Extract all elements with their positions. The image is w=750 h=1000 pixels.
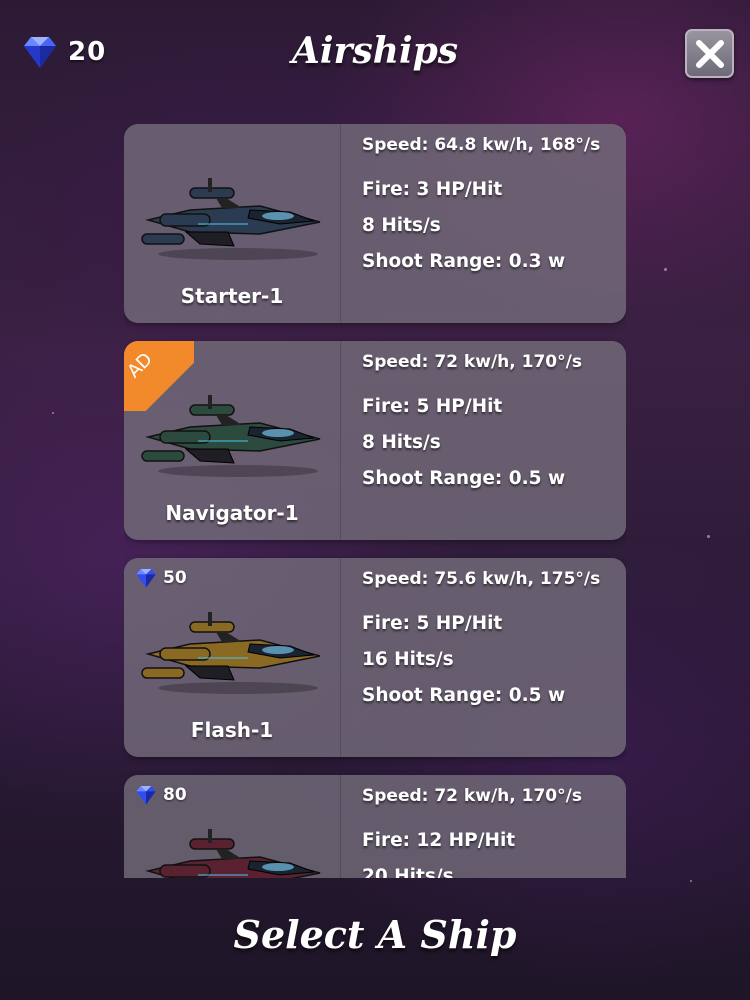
background-star [664, 268, 667, 271]
stat-hits: 8 Hits/s [362, 215, 441, 236]
card-divider [340, 124, 341, 323]
stat-hits: 8 Hits/s [362, 432, 441, 453]
price-value: 50 [163, 568, 187, 588]
ship-image-area[interactable]: 80 [124, 775, 340, 878]
price-value: 80 [163, 785, 187, 805]
stat-speed: Speed: 75.6 kw/h, 175°/s [362, 569, 601, 589]
ship-image-area[interactable]: 50 Flash-1 [124, 558, 340, 757]
ship-card[interactable]: 50 Flash-1 Speed: 75.6 kw/h, 175°/s Fire: 5… [124, 558, 626, 757]
close-button[interactable] [685, 29, 734, 78]
ship-image-area[interactable]: AD Navigator-1 [124, 341, 340, 540]
ship-image-icon [145, 829, 321, 878]
page-title: Airships [291, 30, 459, 72]
ship-image-icon [141, 612, 321, 694]
stat-range: Shoot Range: 0.5 w [362, 468, 566, 489]
ship-card[interactable]: Starter-1 Speed: 64.8 kw/h, 168°/s Fire: 3… [124, 124, 626, 323]
close-x-icon [695, 39, 724, 68]
stat-range: Shoot Range: 0.5 w [362, 685, 566, 706]
stat-speed: Speed: 64.8 kw/h, 168°/s [362, 135, 601, 155]
card-divider [340, 558, 341, 757]
ship-stats: Speed: 72 kw/h, 170°/s Fire: 5 HP/Hit 8 Hi… [362, 349, 622, 497]
card-divider [340, 341, 341, 540]
ship-name: Navigator-1 [165, 501, 299, 525]
stat-speed: Speed: 72 kw/h, 170°/s [362, 786, 582, 806]
stat-range: Shoot Range: 0.3 w [362, 251, 566, 272]
background-star [52, 412, 54, 414]
ad-badge: AD [124, 341, 194, 411]
select-ship-title: Select A Ship [233, 912, 517, 957]
ship-stats: Speed: 64.8 kw/h, 168°/s Fire: 3 HP/Hit 8 … [362, 132, 622, 280]
ship-image-area[interactable]: Starter-1 [124, 124, 340, 323]
stat-fire: Fire: 5 HP/Hit [362, 396, 503, 417]
gem-icon [136, 569, 156, 588]
card-divider [340, 775, 341, 878]
stat-hits: 16 Hits/s [362, 649, 454, 670]
stat-fire: Fire: 5 HP/Hit [362, 613, 503, 634]
ship-stats: Speed: 75.6 kw/h, 175°/s Fire: 5 HP/Hit 16… [362, 566, 622, 714]
ship-card[interactable]: 80 Speed: 72 kw/h, 170°/s Fire: 12 HP/Hit 2… [124, 775, 626, 878]
stat-fire: Fire: 12 HP/Hit [362, 830, 516, 851]
background-star [690, 880, 692, 882]
ship-card[interactable]: AD Navigator-1 Speed: 72 kw/h, 170°/s Fire:… [124, 341, 626, 540]
ship-image-icon [141, 178, 321, 260]
price-tag: 50 [134, 566, 187, 590]
ship-name: Flash-1 [190, 718, 274, 742]
stat-hits: 20 Hits/s [362, 866, 454, 878]
price-tag: 80 [134, 783, 187, 807]
ship-name: Starter-1 [180, 284, 284, 308]
gem-icon [136, 786, 156, 805]
background-star [707, 535, 710, 538]
stat-fire: Fire: 3 HP/Hit [362, 179, 503, 200]
ship-stats: Speed: 72 kw/h, 170°/s Fire: 12 HP/Hit 20 … [362, 783, 622, 878]
ship-list[interactable]: Starter-1 Speed: 64.8 kw/h, 168°/s Fire: 3… [124, 124, 626, 878]
stat-speed: Speed: 72 kw/h, 170°/s [362, 352, 582, 372]
